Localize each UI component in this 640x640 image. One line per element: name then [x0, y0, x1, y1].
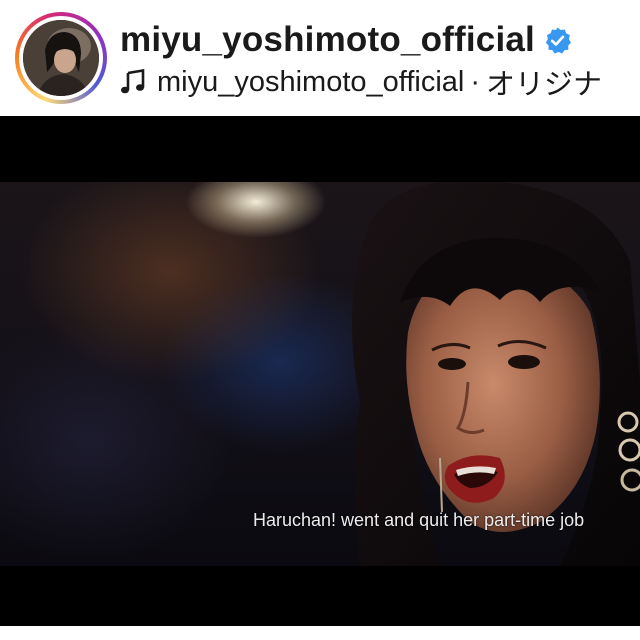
avatar[interactable] — [23, 20, 99, 96]
letterbox-bottom — [0, 566, 640, 626]
letterbox-top — [0, 116, 640, 182]
audio-artist: miyu_yoshimoto_official — [157, 65, 465, 98]
verified-badge-icon — [543, 26, 572, 55]
footer-strip — [0, 626, 640, 640]
reel-post: miyu_yoshimoto_official miyu_yoshimoto_o… — [0, 0, 640, 640]
username-link[interactable]: miyu_yoshimoto_official — [120, 20, 535, 60]
post-header: miyu_yoshimoto_official miyu_yoshimoto_o… — [0, 0, 640, 116]
subtitle-caption: Haruchan! went and quit her part-time jo… — [253, 510, 585, 530]
video-player[interactable]: Haruchan! went and quit her part-time jo… — [0, 116, 640, 626]
audio-separator: · — [470, 65, 481, 98]
username-row: miyu_yoshimoto_official — [120, 18, 572, 62]
story-ring[interactable] — [15, 12, 107, 104]
avatar-portrait — [23, 20, 99, 96]
audio-label: オリジナ — [486, 69, 603, 101]
audio-attribution[interactable]: miyu_yoshimoto_official · オリジナ — [120, 62, 602, 102]
scene-illustration — [352, 182, 640, 566]
music-note-icon — [120, 68, 146, 95]
avatar-frame — [19, 16, 103, 100]
video-frame: Haruchan! went and quit her part-time jo… — [0, 182, 640, 566]
